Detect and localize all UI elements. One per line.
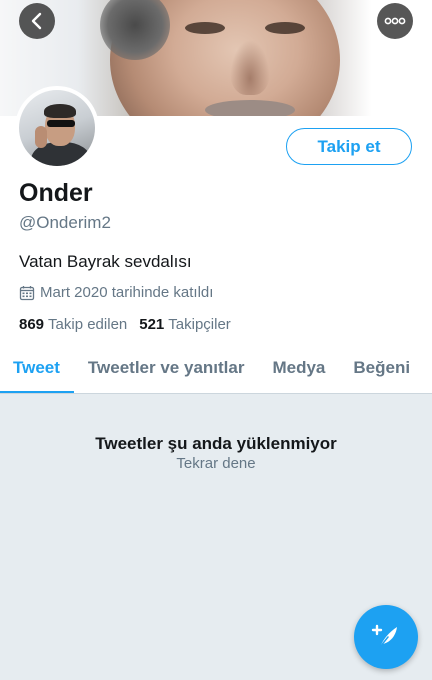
following-label: Takip edilen: [48, 316, 128, 333]
tab-media[interactable]: Medya: [258, 350, 339, 393]
more-options-button[interactable]: [377, 3, 413, 39]
avatar-photo-detail: [35, 126, 47, 148]
joined-text: Mart 2020 tarihinde katıldı: [40, 284, 214, 301]
tab-tweets-and-replies[interactable]: Tweetler ve yanıtlar: [74, 350, 259, 393]
profile-bio: Vatan Bayrak sevdalısı: [19, 252, 192, 271]
followers-count: 521: [139, 316, 165, 333]
following-stat[interactable]: 869 Takip edilen: [19, 316, 127, 333]
calendar-icon: [19, 285, 35, 300]
chevron-left-icon: [31, 12, 42, 30]
followers-label: Takipçiler: [168, 316, 231, 333]
avatar-photo-detail: [44, 104, 76, 118]
profile-name: Onder: [19, 179, 93, 207]
banner-photo-detail: [265, 22, 305, 34]
avatar-photo: [19, 90, 95, 166]
banner-photo-detail: [185, 22, 225, 34]
retry-button[interactable]: Tekrar dene: [0, 455, 432, 472]
compose-tweet-button[interactable]: [354, 605, 418, 669]
profile-tabs: Tweet Tweetler ve yanıtlar Medya Beğeni: [0, 350, 432, 394]
profile-stats: 869 Takip edilen 521 Takipçiler: [19, 316, 231, 333]
banner-photo-detail: [205, 100, 295, 116]
avatar[interactable]: [15, 86, 99, 170]
avatar-photo-detail: [47, 120, 75, 127]
compose-tweet-icon: [371, 624, 397, 648]
feed-error-message: Tweetler şu anda yüklenmiyor: [95, 434, 337, 453]
tab-likes[interactable]: Beğeni: [339, 350, 424, 393]
joined-date: Mart 2020 tarihinde katıldı: [19, 284, 213, 301]
followers-stat[interactable]: 521 Takipçiler: [139, 316, 231, 333]
follow-button[interactable]: Takip et: [286, 128, 412, 165]
profile-handle: @Onderim2: [19, 213, 111, 232]
following-count: 869: [19, 316, 45, 333]
back-button[interactable]: [19, 3, 55, 39]
more-horizontal-icon: [384, 17, 406, 25]
banner-photo-detail: [230, 40, 270, 95]
tab-tweets[interactable]: Tweet: [0, 350, 74, 393]
